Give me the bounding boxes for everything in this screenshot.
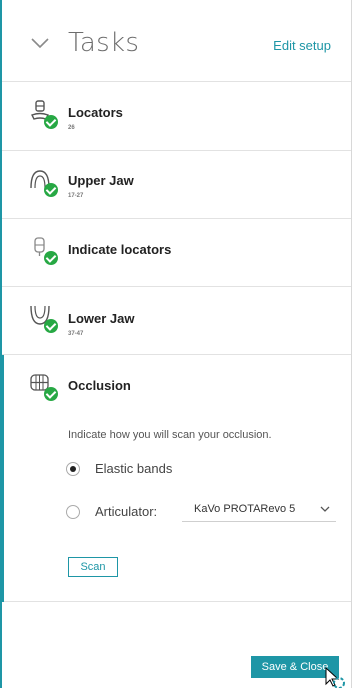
occlusion-instruction: Indicate how you will scan your occlusio… [68, 429, 272, 441]
tasks-header: Tasks Edit setup [2, 0, 351, 82]
articulator-select[interactable]: KaVo PROTARevo 5 [182, 500, 336, 522]
task-label: Indicate locators [68, 242, 172, 257]
elastic-bands-radio[interactable] [66, 462, 80, 476]
chevron-down-icon[interactable] [30, 36, 50, 50]
check-icon [44, 251, 58, 265]
indicate-locator-icon [28, 235, 58, 265]
task-label: Locators [68, 105, 123, 120]
active-task-indicator [0, 355, 4, 602]
task-sub: 17-27 [68, 193, 84, 199]
busy-cursor-icon [325, 666, 345, 688]
task-occlusion: Occlusion [0, 355, 351, 602]
task-label: Occlusion [68, 378, 131, 393]
check-icon [44, 183, 58, 197]
articulator-label[interactable]: Articulator: [95, 504, 157, 519]
task-label: Lower Jaw [68, 311, 135, 326]
articulator-select-value: KaVo PROTARevo 5 [194, 503, 296, 515]
scan-button[interactable]: Scan [68, 557, 118, 577]
task-sub: 37-47 [68, 331, 84, 337]
check-icon [44, 115, 58, 129]
chevron-down-icon [320, 506, 330, 512]
task-locators[interactable]: Locators 26 [2, 83, 351, 151]
articulator-radio[interactable] [66, 505, 80, 519]
occlusion-icon [28, 371, 58, 401]
locator-icon [28, 99, 58, 129]
task-sub: 26 [68, 125, 75, 131]
check-icon [44, 387, 58, 401]
check-icon [44, 319, 58, 333]
page-title: Tasks [68, 28, 140, 58]
task-label: Upper Jaw [68, 173, 134, 188]
lower-jaw-icon [28, 303, 58, 333]
task-upper-jaw[interactable]: Upper Jaw 17-27 [2, 151, 351, 219]
task-lower-jaw[interactable]: Lower Jaw 37-47 [2, 287, 351, 355]
upper-jaw-icon [28, 167, 58, 197]
elastic-bands-label[interactable]: Elastic bands [95, 461, 172, 476]
task-indicate-locators[interactable]: Indicate locators [2, 219, 351, 287]
edit-setup-link[interactable]: Edit setup [273, 38, 331, 53]
tasks-panel: Tasks Edit setup Locators 26 Upper Jaw 1… [0, 0, 352, 688]
